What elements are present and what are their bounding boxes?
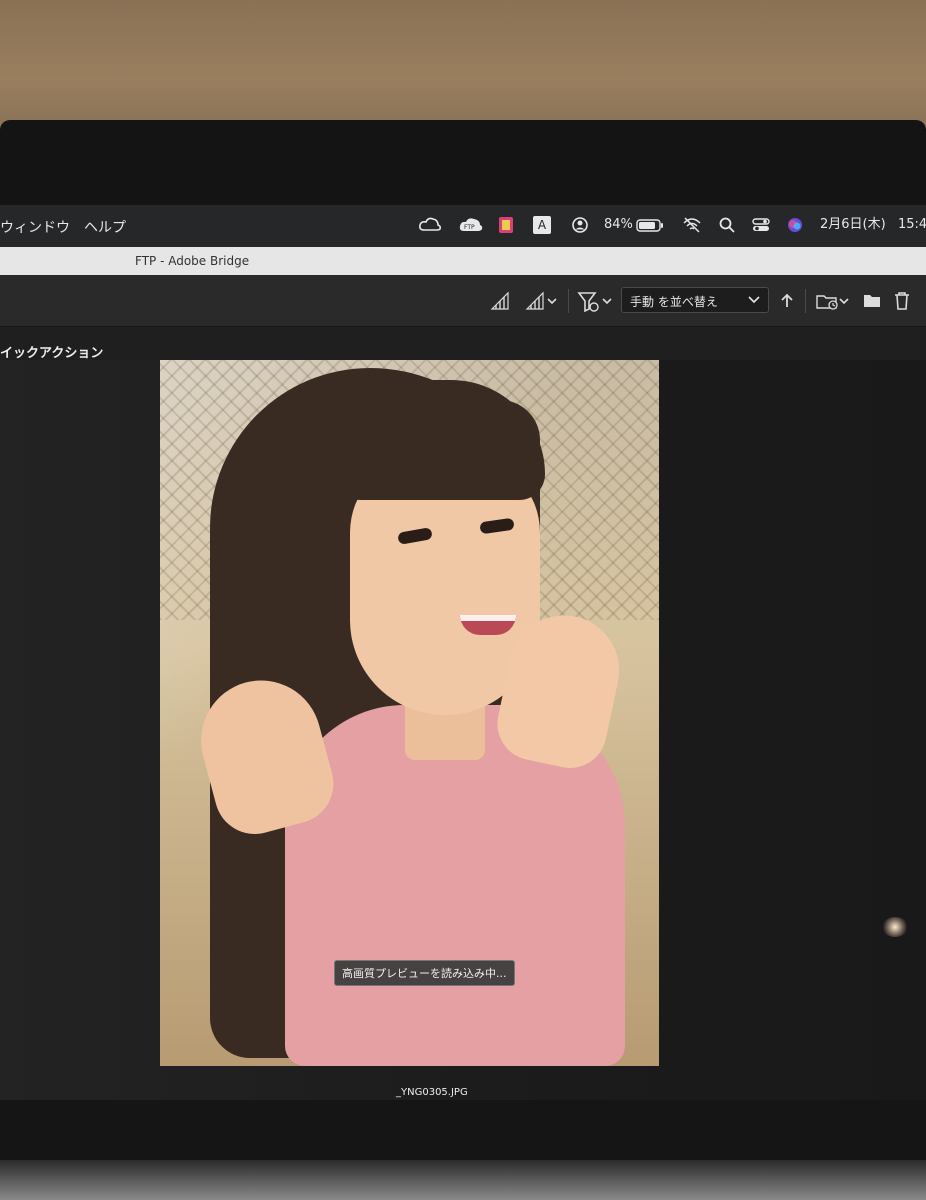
- new-folder-icon[interactable]: [863, 291, 881, 311]
- battery-icon[interactable]: [636, 215, 664, 235]
- menu-time[interactable]: 15:4: [898, 215, 926, 235]
- wifi-off-icon[interactable]: [682, 215, 702, 235]
- thumbnail-filename[interactable]: _YNG0305.JPG: [396, 1087, 468, 1098]
- sort-dropdown-label: 手動 を並べ替え: [630, 295, 718, 309]
- siri-icon[interactable]: [786, 215, 804, 235]
- trash-icon[interactable]: [893, 291, 911, 311]
- app-icon[interactable]: [497, 215, 515, 235]
- loading-preview-badge: 高画質プレビューを読み込み中...: [334, 960, 515, 986]
- menu-date[interactable]: 2月6日(木): [820, 215, 886, 235]
- filter-icon[interactable]: [577, 291, 613, 313]
- thumbnail-quality-icon[interactable]: [490, 291, 510, 311]
- screen-glare: [882, 917, 908, 937]
- toolbar-separator: [568, 289, 569, 313]
- content-pane: 高画質プレビューを読み込み中... _YNG0305.JPG: [0, 360, 926, 1100]
- laptop-deck: [0, 1160, 926, 1200]
- sort-dropdown[interactable]: 手動 を並べ替え: [621, 287, 769, 313]
- creative-cloud-icon[interactable]: [418, 215, 442, 235]
- sort-ascending-icon[interactable]: [780, 291, 794, 311]
- laptop-screen: ウィンドウ ヘルプ FTP A 84% 2月6日(木) 15:4 FTP - A…: [0, 205, 926, 1100]
- spotlight-search-icon[interactable]: [718, 215, 736, 235]
- svg-text:FTP: FTP: [464, 224, 475, 231]
- window-title-bar[interactable]: FTP - Adobe Bridge: [0, 247, 926, 275]
- rating-filter-icon[interactable]: [525, 291, 559, 311]
- menu-help[interactable]: ヘルプ: [84, 217, 126, 237]
- control-center-icon[interactable]: [752, 215, 770, 235]
- toolbar-separator: [805, 289, 806, 313]
- ftp-cloud-icon[interactable]: FTP: [458, 215, 484, 235]
- chevron-down-icon: [748, 296, 760, 304]
- user-account-icon[interactable]: [571, 215, 589, 235]
- menu-bar: ウィンドウ ヘルプ FTP A 84% 2月6日(木) 15:4: [0, 205, 926, 247]
- input-source-icon[interactable]: A: [533, 215, 551, 235]
- window-title: FTP - Adobe Bridge: [135, 254, 250, 268]
- battery-percentage: 84%: [604, 217, 633, 232]
- recent-folders-icon[interactable]: [816, 291, 850, 311]
- laptop-bottom-bezel: [0, 1100, 926, 1160]
- toolbar: 手動 を並べ替え: [0, 275, 926, 327]
- image-preview[interactable]: 高画質プレビューを読み込み中...: [160, 360, 659, 1066]
- menu-window[interactable]: ウィンドウ: [0, 217, 70, 237]
- panel-header: イックアクション: [0, 346, 104, 361]
